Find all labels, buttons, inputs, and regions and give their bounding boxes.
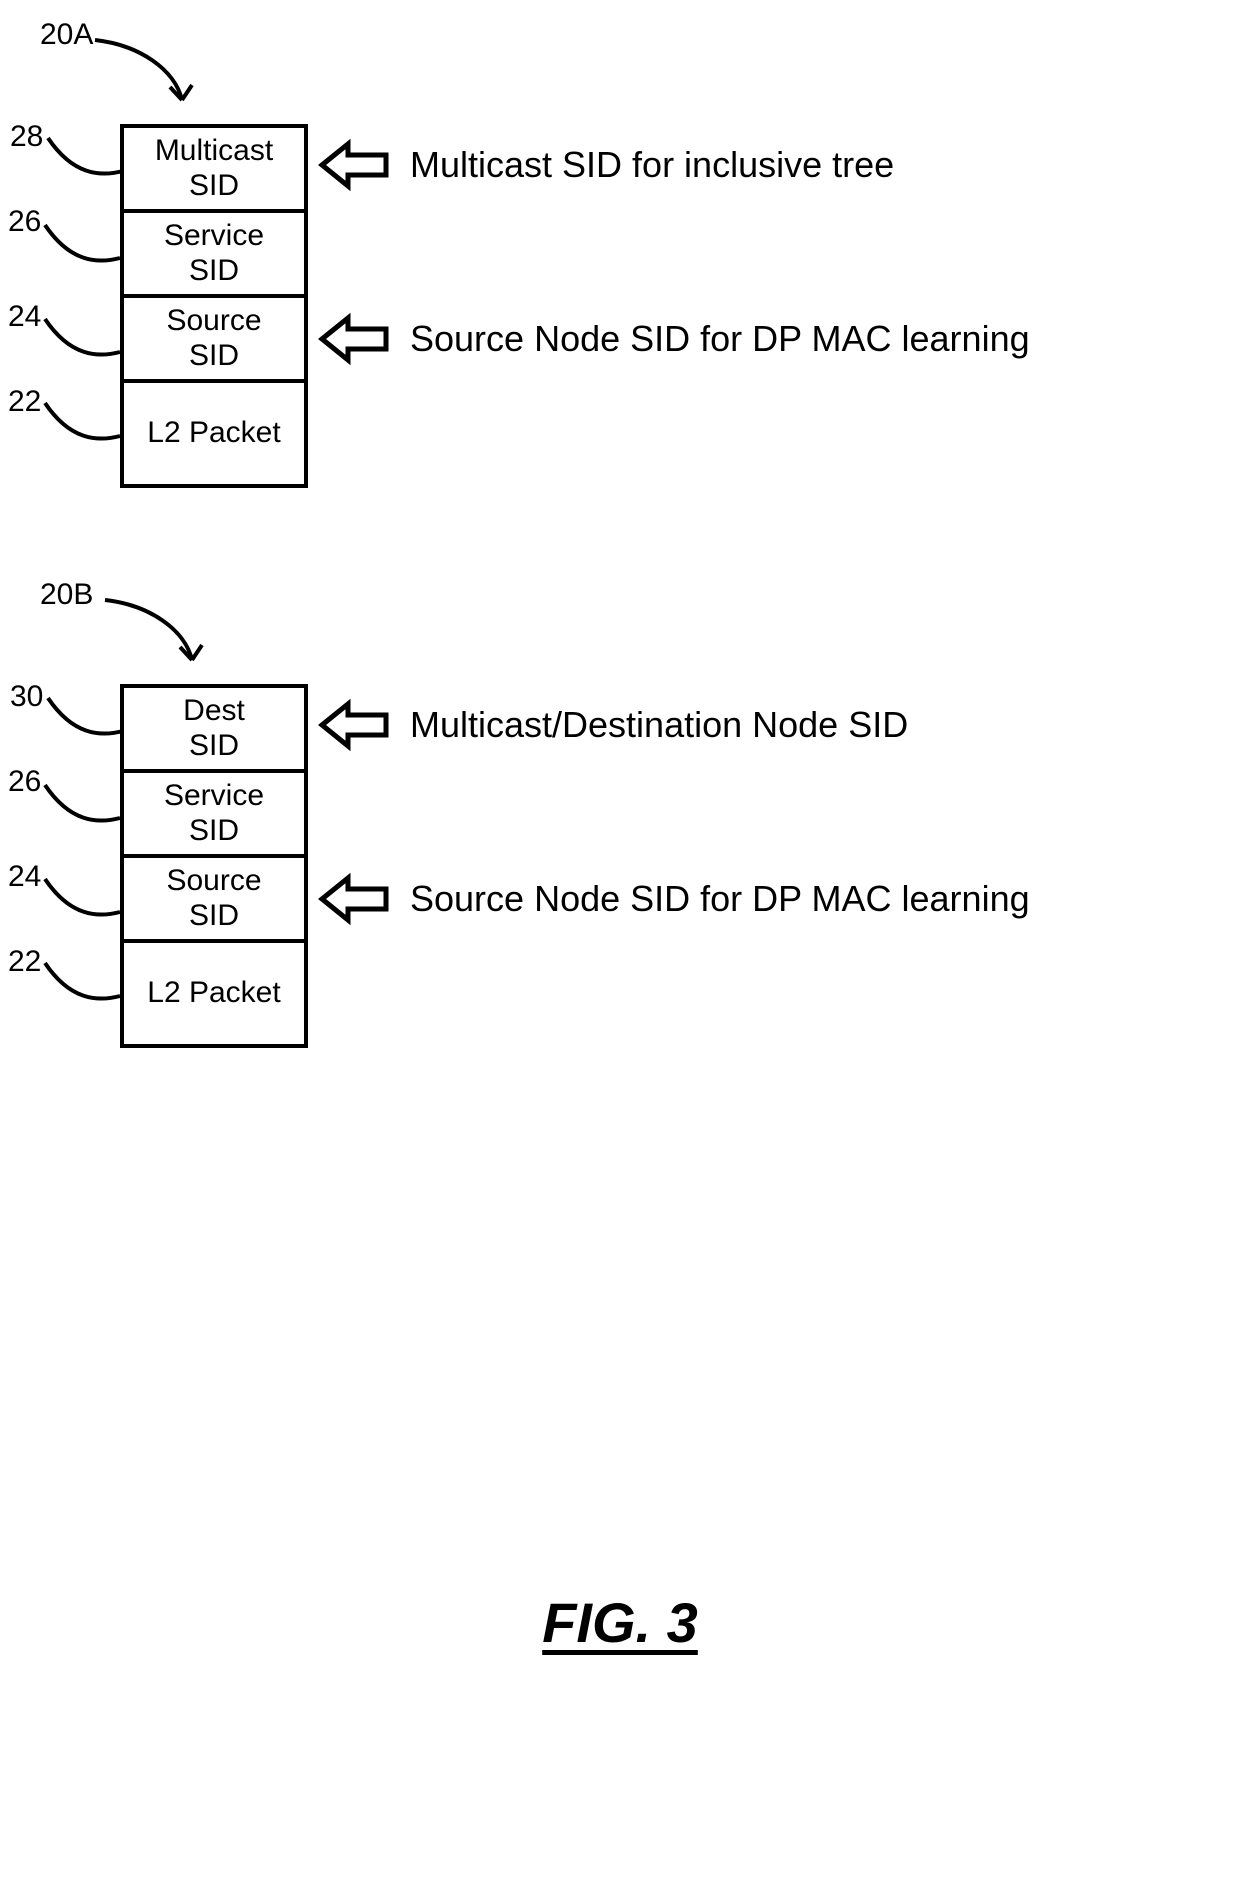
text-multicast: Multicast bbox=[155, 134, 273, 169]
text-multicast-sid: SID bbox=[189, 169, 239, 204]
annotation-source-b-text: Source Node SID for DP MAC learning bbox=[410, 878, 1030, 920]
lead-30 bbox=[45, 695, 125, 740]
annotation-source-a-text: Source Node SID for DP MAC learning bbox=[410, 318, 1030, 360]
ref-28: 28 bbox=[10, 120, 43, 154]
text-l2-b: L2 Packet bbox=[147, 976, 280, 1011]
annotation-dest-text: Multicast/Destination Node SID bbox=[410, 704, 908, 746]
curve-arrow-20a bbox=[90, 35, 200, 115]
lead-24b bbox=[42, 876, 122, 921]
text-service-a2: SID bbox=[189, 254, 239, 289]
ref-20a: 20A bbox=[40, 18, 93, 52]
text-service-b1: Service bbox=[164, 779, 264, 814]
text-l2-a: L2 Packet bbox=[147, 416, 280, 451]
cell-l2-packet-a: L2 Packet bbox=[124, 383, 304, 488]
ref-26b: 26 bbox=[8, 765, 41, 799]
text-source-a1: Source bbox=[166, 304, 261, 339]
cell-service-sid-b: Service SID bbox=[124, 773, 304, 858]
text-dest1: Dest bbox=[183, 694, 245, 729]
ref-26a: 26 bbox=[8, 205, 41, 239]
annotation-multicast-text: Multicast SID for inclusive tree bbox=[410, 144, 894, 186]
figure-caption: FIG. 3 bbox=[0, 1590, 1240, 1655]
lead-24a bbox=[42, 316, 122, 361]
text-dest2: SID bbox=[189, 729, 239, 764]
lead-28 bbox=[45, 135, 125, 180]
stack-b: Dest SID Service SID Source SID L2 Packe… bbox=[120, 684, 308, 1048]
arrow-left-icon bbox=[320, 314, 390, 364]
stack-a: Multicast SID Service SID Source SID L2 … bbox=[120, 124, 308, 488]
cell-l2-packet-b: L2 Packet bbox=[124, 943, 304, 1048]
lead-26b bbox=[42, 782, 122, 827]
lead-22b bbox=[42, 960, 122, 1005]
cell-dest-sid: Dest SID bbox=[124, 688, 304, 773]
cell-source-sid-b: Source SID bbox=[124, 858, 304, 943]
text-service-b2: SID bbox=[189, 814, 239, 849]
text-service-a1: Service bbox=[164, 219, 264, 254]
arrow-annotation-dest: Multicast/Destination Node SID bbox=[320, 700, 908, 750]
ref-22a: 22 bbox=[8, 385, 41, 419]
arrow-left-icon bbox=[320, 700, 390, 750]
cell-multicast-sid: Multicast SID bbox=[124, 128, 304, 213]
lead-22a bbox=[42, 400, 122, 445]
ref-24a: 24 bbox=[8, 300, 41, 334]
lead-26a bbox=[42, 222, 122, 267]
ref-30: 30 bbox=[10, 680, 43, 714]
arrow-left-icon bbox=[320, 874, 390, 924]
text-source-b2: SID bbox=[189, 899, 239, 934]
ref-24b: 24 bbox=[8, 860, 41, 894]
text-source-b1: Source bbox=[166, 864, 261, 899]
text-source-a2: SID bbox=[189, 339, 239, 374]
arrow-annotation-multicast: Multicast SID for inclusive tree bbox=[320, 140, 894, 190]
cell-source-sid-a: Source SID bbox=[124, 298, 304, 383]
arrow-left-icon bbox=[320, 140, 390, 190]
cell-service-sid-a: Service SID bbox=[124, 213, 304, 298]
curve-arrow-20b bbox=[100, 595, 210, 675]
ref-20b: 20B bbox=[40, 578, 93, 612]
arrow-annotation-source-a: Source Node SID for DP MAC learning bbox=[320, 314, 1030, 364]
ref-22b: 22 bbox=[8, 945, 41, 979]
arrow-annotation-source-b: Source Node SID for DP MAC learning bbox=[320, 874, 1030, 924]
